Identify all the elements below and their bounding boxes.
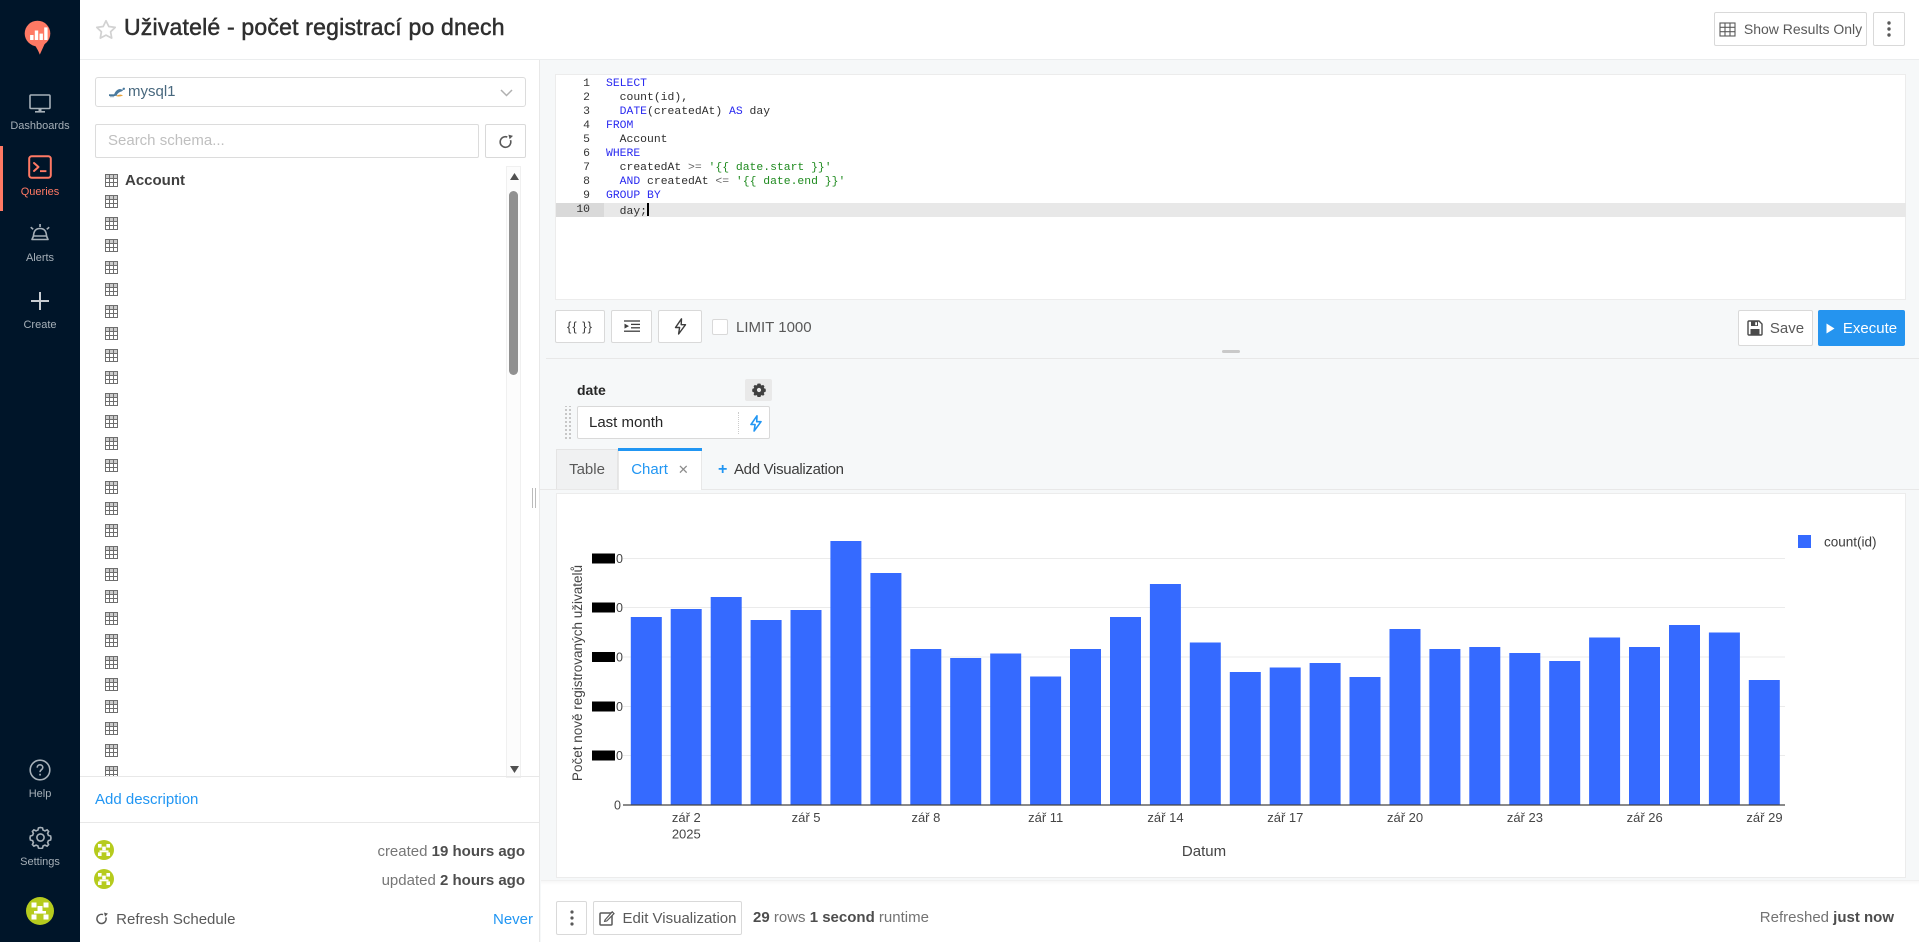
svg-text:zář 8: zář 8 (911, 810, 940, 825)
svg-text:zář 5: zář 5 (792, 810, 821, 825)
svg-text:zář 23: zář 23 (1507, 810, 1543, 825)
svg-text:0: 0 (614, 799, 621, 813)
svg-text:Datum: Datum (1182, 843, 1226, 860)
svg-text:zář 14: zář 14 (1147, 810, 1183, 825)
svg-text:0: 0 (616, 700, 623, 714)
svg-text:zář 29: zář 29 (1746, 810, 1782, 825)
svg-text:zář 20: zář 20 (1387, 810, 1423, 825)
svg-text:Počet nově registrovaných uživ: Počet nově registrovaných uživatelů (570, 565, 585, 781)
svg-text:0: 0 (616, 749, 623, 763)
svg-text:count(id): count(id) (1824, 535, 1877, 550)
svg-text:0: 0 (616, 552, 623, 566)
svg-text:zář 2: zář 2 (672, 810, 701, 825)
svg-text:2025: 2025 (672, 827, 701, 842)
svg-text:zář 11: zář 11 (1028, 810, 1063, 825)
svg-text:0: 0 (616, 651, 623, 665)
svg-text:zář 26: zář 26 (1627, 810, 1663, 825)
svg-text:0: 0 (616, 601, 623, 615)
svg-text:zář 17: zář 17 (1267, 810, 1303, 825)
